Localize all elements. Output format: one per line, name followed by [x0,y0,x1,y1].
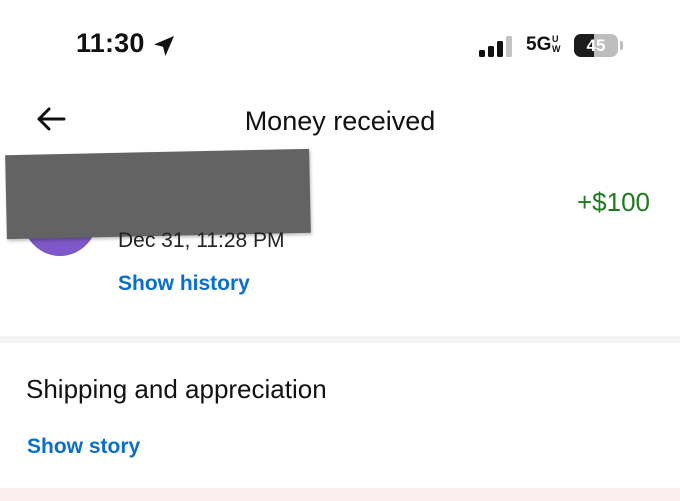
battery-level: 45 [586,36,606,55]
transaction-date: Dec 31, 11:28 PM [118,229,285,252]
page-title: Money received [244,106,436,136]
show-history-link[interactable]: Show history [118,270,250,298]
transaction-amount: +$100 [576,187,650,217]
signal-bar [479,50,485,57]
status-time: 11:30 [76,28,145,58]
location-arrow-icon [154,36,174,56]
network-suffix-text: UW [552,34,561,54]
note-heading: Shipping and appreciation [26,374,327,404]
signal-bar [497,41,503,57]
cellular-signal-icon [479,36,512,57]
network-type: 5G [526,34,552,55]
bottom-section-edge [0,488,680,501]
network-type-suffix: UW [552,34,561,54]
battery-nub [620,41,623,50]
show-story-link[interactable]: Show story [27,433,140,461]
section-divider [0,336,680,343]
redacted-sender-name [5,148,311,240]
signal-bar [506,36,512,57]
battery-indicator: 45 [574,34,618,57]
signal-bar [488,46,494,57]
